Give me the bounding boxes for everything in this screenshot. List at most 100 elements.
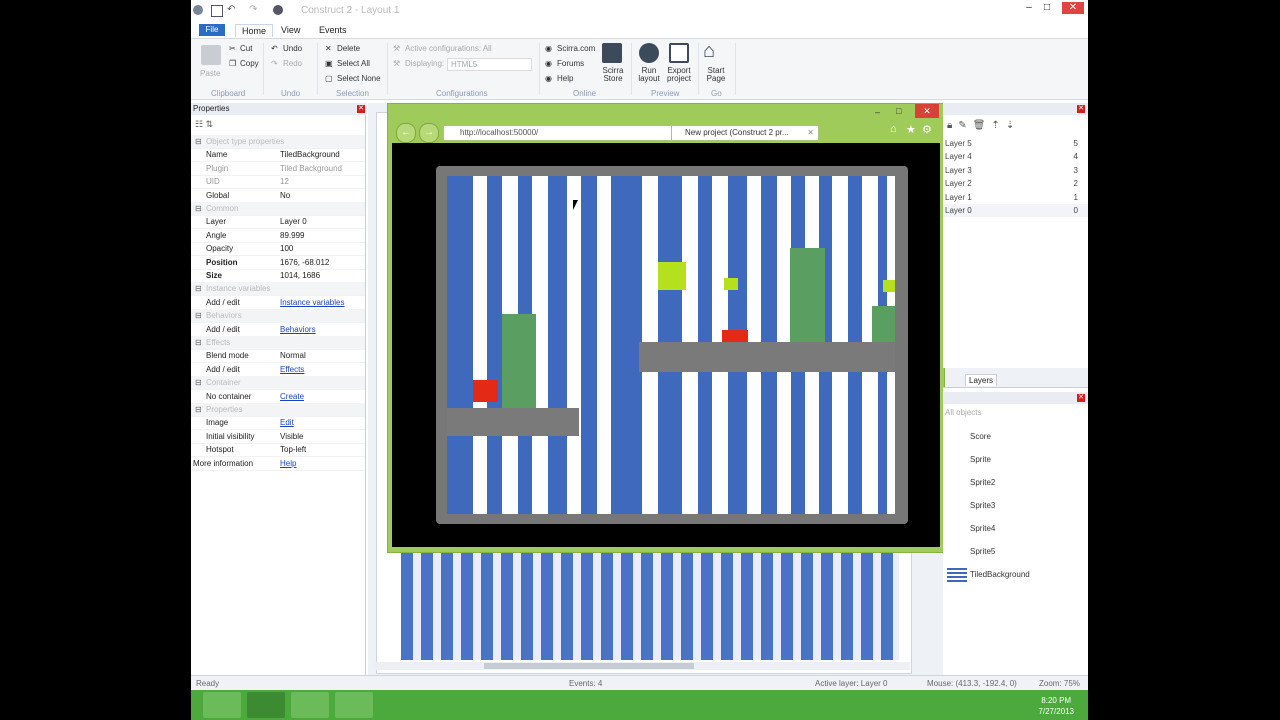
maximize-button[interactable]: □	[1038, 2, 1056, 14]
address-bar[interactable]: http://localhost:50000/	[443, 125, 681, 141]
sort-icon[interactable]: ☷ ⇅	[195, 119, 213, 130]
collapse-icon[interactable]: ⊟	[195, 202, 202, 215]
property-link[interactable]: Effects	[280, 363, 304, 376]
paste-button[interactable]: Paste	[200, 69, 220, 78]
browser-maximize-button[interactable]: □	[896, 106, 901, 116]
object-item[interactable]: Sprite	[947, 453, 991, 467]
preview-icon[interactable]	[273, 5, 283, 15]
tab-layers[interactable]: Layers	[965, 374, 998, 386]
property-row[interactable]: Global No	[191, 189, 365, 203]
scirra-store-button[interactable]: Scirra Store	[602, 67, 624, 83]
forums-link[interactable]: Forums	[557, 59, 584, 68]
undo-icon[interactable]: ↶	[227, 5, 237, 15]
property-link[interactable]: Create	[280, 390, 304, 403]
layer-row[interactable]: Layer 3 3	[943, 164, 1088, 177]
property-row[interactable]: Add / edit Effects	[191, 363, 365, 377]
construct2-taskbar-icon[interactable]	[247, 692, 285, 718]
run-layout-button[interactable]: Run layout	[636, 67, 662, 83]
property-row[interactable]: Image Edit	[191, 416, 365, 431]
displaying-select[interactable]: HTML5	[447, 58, 532, 71]
game-canvas[interactable]	[392, 143, 940, 547]
close-tab-icon[interactable]: ✕	[807, 126, 814, 140]
tiled-background-preview[interactable]	[401, 552, 899, 660]
tab-home[interactable]: Home	[235, 24, 274, 37]
layer-row[interactable]: Layer 2 2	[943, 177, 1088, 190]
move-up-icon[interactable]: ⇡	[991, 120, 1005, 131]
layer-row[interactable]: Layer 5 5	[943, 137, 1088, 150]
object-item[interactable]: Score	[947, 430, 991, 444]
file-explorer-icon[interactable]	[203, 692, 241, 718]
internet-explorer-icon[interactable]	[335, 692, 373, 718]
scirra-link[interactable]: Scirra.com	[557, 44, 595, 53]
property-row[interactable]: Add / edit Behaviors	[191, 323, 365, 337]
horizontal-scrollbar[interactable]	[374, 662, 910, 670]
layer-row[interactable]: Layer 1 1	[943, 191, 1088, 204]
close-icon[interactable]: ✕	[357, 105, 365, 113]
property-link[interactable]: Edit	[280, 416, 294, 429]
file-menu-button[interactable]: File	[199, 24, 225, 36]
copy-button[interactable]: Copy	[240, 59, 259, 68]
property-category[interactable]: ⊟ Effects	[191, 336, 365, 350]
property-row[interactable]: Size 1014, 1686	[191, 269, 365, 283]
settings-taskbar-icon[interactable]	[291, 692, 329, 718]
select-all-button[interactable]: Select All	[337, 59, 370, 68]
close-button[interactable]: ✕	[1062, 2, 1084, 14]
select-none-button[interactable]: Select None	[337, 74, 381, 83]
settings-gear-icon[interactable]: ⚙	[922, 123, 932, 136]
object-item[interactable]: Sprite5	[947, 545, 995, 559]
redo-button[interactable]: Redo	[283, 59, 302, 68]
trash-icon[interactable]: 🗑︎	[973, 120, 992, 131]
collapse-icon[interactable]: ⊟	[195, 309, 202, 322]
property-category[interactable]: ⊟ Properties	[191, 403, 365, 417]
property-row[interactable]: No container Create	[191, 390, 365, 404]
lock-icon[interactable]: 🔒︎	[947, 120, 958, 131]
property-row[interactable]: UID 12	[191, 175, 365, 190]
property-category[interactable]: ⊟ Common	[191, 202, 365, 216]
edit-icon[interactable]: ✎	[958, 120, 972, 131]
property-category[interactable]: ⊟ Object type properties	[191, 135, 365, 149]
back-button[interactable]: ←	[396, 123, 416, 143]
favorites-icon[interactable]: ★	[906, 123, 916, 136]
collapse-icon[interactable]: ⊟	[195, 336, 202, 349]
property-row[interactable]: Opacity 100	[191, 242, 365, 257]
property-row[interactable]: Hotspot Top-left	[191, 443, 365, 458]
property-category[interactable]: ⊟ Behaviors	[191, 309, 365, 324]
property-link[interactable]: Behaviors	[280, 323, 316, 336]
save-icon[interactable]	[211, 5, 223, 17]
layer-row[interactable]: Layer 4 4	[943, 150, 1088, 163]
tab-events[interactable]: Events	[313, 24, 353, 36]
property-row[interactable]: Initial visibility Visible	[191, 430, 365, 444]
collapse-icon[interactable]: ⊟	[195, 282, 202, 295]
help-link[interactable]: Help	[557, 74, 573, 83]
property-row[interactable]: Name TiledBackground	[191, 148, 365, 163]
move-down-icon[interactable]: ⇣	[1006, 120, 1020, 131]
export-project-button[interactable]: Export project	[665, 67, 693, 83]
property-row[interactable]: Angle 89.999	[191, 229, 365, 243]
browser-minimize-button[interactable]: –	[875, 107, 880, 117]
home-icon[interactable]: ⌂	[890, 123, 897, 135]
start-page-button[interactable]: Start Page	[703, 67, 729, 83]
property-category[interactable]: ⊟ Instance variables	[191, 282, 365, 297]
active-configurations-dropdown[interactable]: Active configurations: All	[405, 44, 492, 53]
delete-button[interactable]: Delete	[337, 44, 360, 53]
property-row[interactable]: Layer Layer 0	[191, 215, 365, 230]
redo-icon[interactable]: ↷	[249, 5, 259, 15]
property-link[interactable]: Instance variables	[280, 296, 344, 309]
collapse-icon[interactable]: ⊟	[195, 135, 202, 148]
minimize-button[interactable]: –	[1020, 2, 1038, 14]
close-icon[interactable]: ✕	[1077, 105, 1085, 113]
collapse-icon[interactable]: ⊟	[195, 403, 202, 416]
objects-filter[interactable]: All objects	[945, 408, 1073, 419]
property-row[interactable]: Position 1676, -68.012	[191, 256, 365, 270]
browser-tab[interactable]: New project (Construct 2 pr... ✕	[671, 125, 819, 141]
property-link[interactable]: Help	[280, 457, 296, 470]
undo-button[interactable]: Undo	[283, 44, 302, 53]
property-row[interactable]: More information Help	[191, 457, 365, 471]
object-item[interactable]: Sprite3	[947, 499, 995, 513]
property-row[interactable]: Add / edit Instance variables	[191, 296, 365, 310]
cut-button[interactable]: Cut	[240, 44, 252, 53]
property-row[interactable]: Plugin Tiled Background	[191, 162, 365, 176]
property-category[interactable]: ⊟ Container	[191, 376, 365, 391]
property-row[interactable]: Blend mode Normal	[191, 349, 365, 364]
tab-view[interactable]: View	[275, 24, 306, 36]
